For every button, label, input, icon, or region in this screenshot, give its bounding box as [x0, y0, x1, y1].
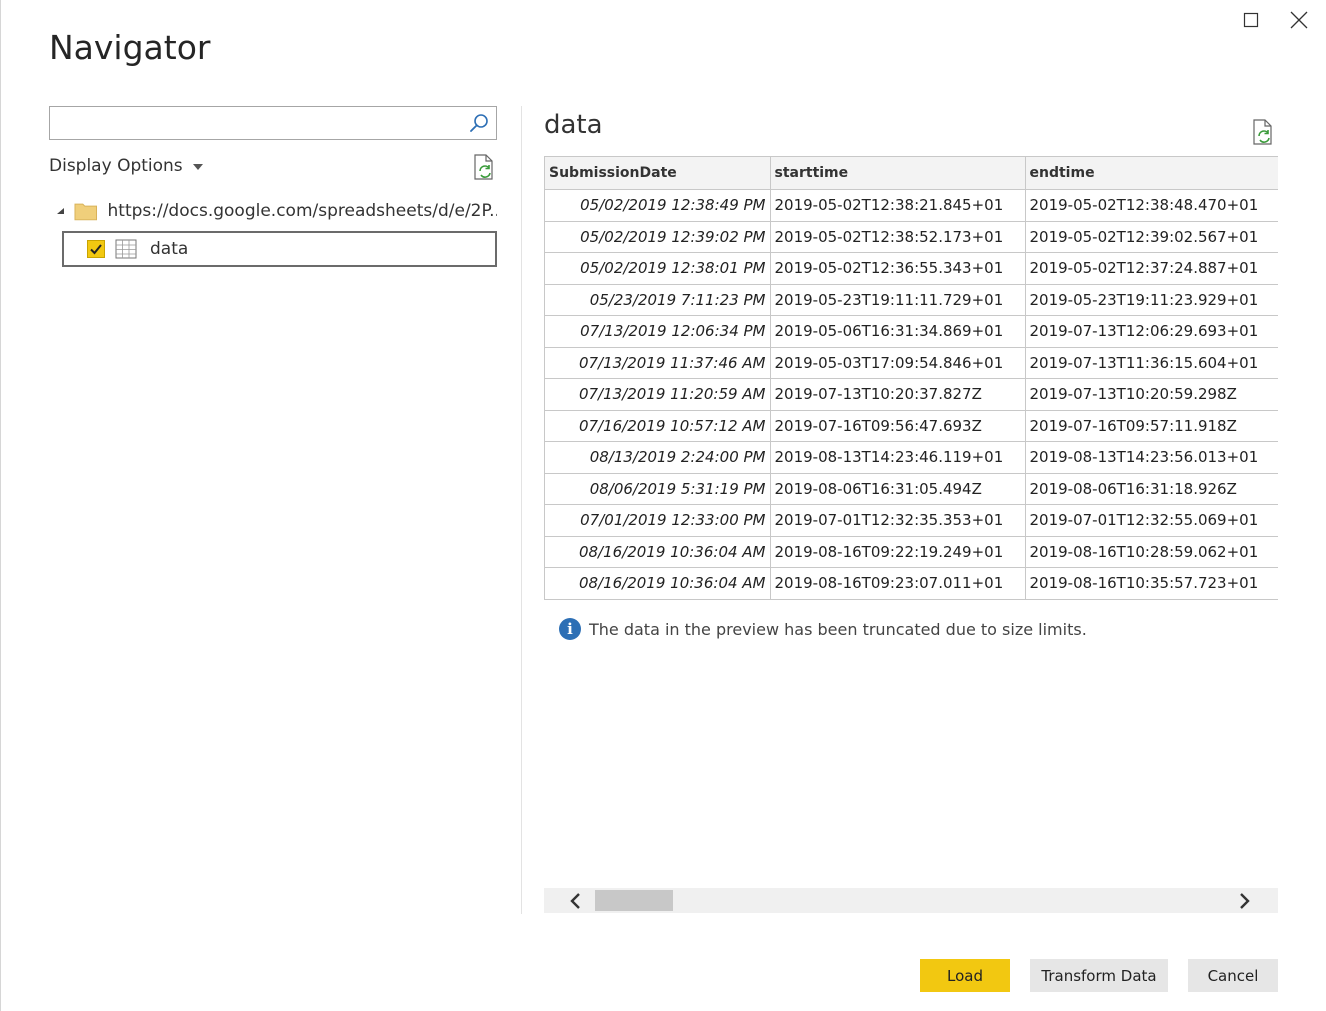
horizontal-scrollbar[interactable] [544, 888, 1278, 913]
table-cell-starttime[interactable]: 2019-05-02T12:38:52.173+01 [770, 221, 1026, 253]
tree-item-data[interactable]: data [62, 231, 497, 267]
search-box[interactable] [49, 106, 497, 140]
table-cell-submissiondate[interactable]: 08/16/2019 10:36:04 AM [545, 536, 771, 568]
close-icon [1290, 11, 1308, 29]
collapse-triangle-icon[interactable] [57, 208, 64, 214]
close-button[interactable] [1287, 8, 1311, 32]
table-cell-starttime[interactable]: 2019-05-02T12:36:55.343+01 [770, 252, 1026, 285]
truncation-notice-text: The data in the preview has been truncat… [589, 619, 1087, 639]
table-row: 05/02/2019 12:38:49 PM 2019-05-02T12:38:2… [545, 189, 1278, 222]
table-row: 05/02/2019 12:39:02 PM 2019-05-02T12:38:5… [545, 221, 1278, 253]
folder-icon [74, 203, 98, 221]
checkmark-icon [90, 244, 102, 255]
refresh-icon[interactable] [472, 154, 496, 180]
table-cell-submissiondate[interactable]: 07/13/2019 12:06:34 PM [545, 315, 771, 348]
table-cell-submissiondate[interactable]: 05/02/2019 12:39:02 PM [545, 221, 771, 253]
table-row: 07/13/2019 12:06:34 PM 2019-05-06T16:31:3… [545, 315, 1278, 348]
table-cell-starttime[interactable]: 2019-08-06T16:31:05.494Z [770, 473, 1026, 505]
tree-root-node[interactable]: https://docs.google.com/spreadsheets/d/e… [57, 198, 497, 224]
table-row: 07/16/2019 10:57:12 AM 2019-07-16T09:56:4… [545, 410, 1278, 442]
table-cell-submissiondate[interactable]: 05/02/2019 12:38:01 PM [545, 252, 771, 285]
table-cell-starttime[interactable]: 2019-08-16T09:22:19.249+01 [770, 536, 1026, 568]
tree-root-label: https://docs.google.com/spreadsheets/d/e… [107, 201, 498, 221]
transform-data-button[interactable]: Transform Data [1030, 959, 1168, 992]
table-cell-endtime[interactable]: 2019-05-23T19:11:23.929+01 [1025, 284, 1278, 316]
display-options-dropdown[interactable]: Display Options [49, 154, 203, 178]
table-cell-submissiondate[interactable]: 07/13/2019 11:37:46 AM [545, 347, 771, 379]
table-cell-endtime[interactable]: 2019-08-16T10:28:59.062+01 [1025, 536, 1278, 568]
table-cell-submissiondate[interactable]: 05/23/2019 7:11:23 PM [545, 284, 771, 316]
table-cell-submissiondate[interactable]: 08/06/2019 5:31:19 PM [545, 473, 771, 505]
refresh-preview-icon[interactable] [1251, 119, 1275, 145]
table-cell-endtime[interactable]: 2019-08-13T14:23:56.013+01 [1025, 441, 1278, 474]
preview-table: SubmissionDate starttime endtime 05/02/2… [545, 156, 1278, 600]
search-input[interactable] [50, 107, 460, 139]
table-cell-submissiondate[interactable]: 05/02/2019 12:38:49 PM [545, 189, 771, 222]
column-header-submissiondate[interactable]: SubmissionDate [545, 156, 771, 190]
table-row: 08/16/2019 10:36:04 AM 2019-08-16T09:22:1… [545, 536, 1278, 568]
table-cell-endtime[interactable]: 2019-07-13T11:36:15.604+01 [1025, 347, 1278, 379]
table-cell-submissiondate[interactable]: 07/13/2019 11:20:59 AM [545, 378, 771, 411]
table-cell-starttime[interactable]: 2019-07-01T12:32:35.353+01 [770, 504, 1026, 537]
table-row: 08/06/2019 5:31:19 PM 2019-08-06T16:31:05… [545, 473, 1278, 505]
table-cell-submissiondate[interactable]: 07/01/2019 12:33:00 PM [545, 504, 771, 537]
dialog-title: Navigator [49, 28, 211, 67]
cancel-button[interactable]: Cancel [1188, 959, 1278, 992]
table-cell-endtime[interactable]: 2019-05-02T12:37:24.887+01 [1025, 252, 1278, 285]
column-header-endtime[interactable]: endtime [1025, 156, 1278, 190]
table-header-row: SubmissionDate starttime endtime [545, 156, 1278, 190]
info-icon: i [559, 618, 581, 640]
data-checkbox[interactable] [87, 240, 105, 258]
display-options-label: Display Options [49, 156, 183, 176]
table-cell-starttime[interactable]: 2019-08-16T09:23:07.011+01 [770, 567, 1026, 600]
table-cell-submissiondate[interactable]: 08/13/2019 2:24:00 PM [545, 441, 771, 474]
table-cell-endtime[interactable]: 2019-07-16T09:57:11.918Z [1025, 410, 1278, 442]
chevron-down-icon [192, 164, 203, 170]
table-row: 05/02/2019 12:38:01 PM 2019-05-02T12:36:5… [545, 252, 1278, 285]
table-icon [115, 239, 137, 259]
table-cell-submissiondate[interactable]: 08/16/2019 10:36:04 AM [545, 567, 771, 600]
tree-item-label: data [150, 239, 189, 259]
scrollbar-thumb[interactable] [595, 890, 673, 911]
table-cell-endtime[interactable]: 2019-08-16T10:35:57.723+01 [1025, 567, 1278, 600]
table-row: 07/13/2019 11:37:46 AM 2019-05-03T17:09:5… [545, 347, 1278, 379]
table-cell-starttime[interactable]: 2019-05-06T16:31:34.869+01 [770, 315, 1026, 348]
table-cell-starttime[interactable]: 2019-05-02T12:38:21.845+01 [770, 189, 1026, 222]
table-cell-starttime[interactable]: 2019-08-13T14:23:46.119+01 [770, 441, 1026, 474]
column-header-starttime[interactable]: starttime [770, 156, 1026, 190]
table-cell-starttime[interactable]: 2019-07-13T10:20:37.827Z [770, 378, 1026, 411]
scroll-left-icon[interactable] [566, 891, 586, 911]
table-cell-starttime[interactable]: 2019-07-16T09:56:47.693Z [770, 410, 1026, 442]
table-cell-endtime[interactable]: 2019-05-02T12:39:02.567+01 [1025, 221, 1278, 253]
truncation-notice: i The data in the preview has been trunc… [559, 618, 1087, 640]
preview-title: data [544, 110, 603, 140]
table-cell-endtime[interactable]: 2019-07-01T12:32:55.069+01 [1025, 504, 1278, 537]
table-cell-starttime[interactable]: 2019-05-23T19:11:11.729+01 [770, 284, 1026, 316]
table-row: 07/13/2019 11:20:59 AM 2019-07-13T10:20:3… [545, 378, 1278, 411]
table-cell-endtime[interactable]: 2019-05-02T12:38:48.470+01 [1025, 189, 1278, 222]
navigator-dialog: Navigator Display Options https://docs.g… [0, 0, 1326, 1011]
scroll-right-icon[interactable] [1234, 891, 1254, 911]
table-row: 05/23/2019 7:11:23 PM 2019-05-23T19:11:11… [545, 284, 1278, 316]
maximize-button[interactable] [1239, 8, 1263, 32]
table-row: 08/16/2019 10:36:04 AM 2019-08-16T09:23:0… [545, 567, 1278, 600]
preview-table-container: SubmissionDate starttime endtime 05/02/2… [544, 156, 1278, 600]
load-button[interactable]: Load [920, 959, 1010, 992]
panel-divider[interactable] [521, 106, 522, 914]
maximize-icon [1243, 12, 1259, 28]
table-row: 08/13/2019 2:24:00 PM 2019-08-13T14:23:46… [545, 441, 1278, 474]
table-cell-submissiondate[interactable]: 07/16/2019 10:57:12 AM [545, 410, 771, 442]
table-cell-endtime[interactable]: 2019-08-06T16:31:18.926Z [1025, 473, 1278, 505]
table-row: 07/01/2019 12:33:00 PM 2019-07-01T12:32:3… [545, 504, 1278, 537]
table-cell-starttime[interactable]: 2019-05-03T17:09:54.846+01 [770, 347, 1026, 379]
table-cell-endtime[interactable]: 2019-07-13T10:20:59.298Z [1025, 378, 1278, 411]
table-cell-endtime[interactable]: 2019-07-13T12:06:29.693+01 [1025, 315, 1278, 348]
search-icon[interactable] [468, 112, 490, 134]
